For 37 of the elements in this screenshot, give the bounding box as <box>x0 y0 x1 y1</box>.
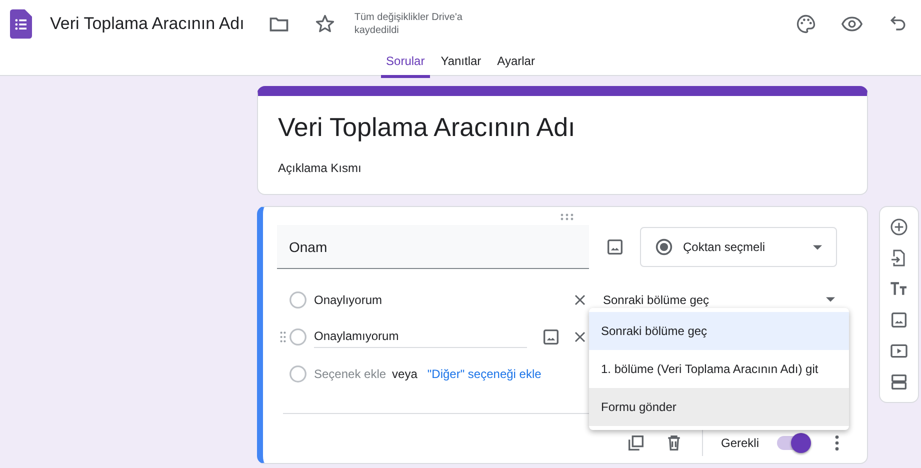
option-field[interactable]: Onaylıyorum <box>314 288 527 310</box>
save-status: Tüm değişiklikler Drive'a kaydedildi <box>354 11 464 37</box>
add-option-link[interactable]: Seçenek ekle <box>314 366 386 380</box>
drag-handle-icon[interactable] <box>279 330 287 342</box>
radio-icon <box>289 364 307 382</box>
caret-icon <box>826 297 835 302</box>
forms-logo-icon[interactable] <box>10 9 32 39</box>
image-icon[interactable] <box>541 326 561 346</box>
menu-item[interactable]: 1. bölüme (Veri Toplama Aracının Adı) git <box>589 350 849 388</box>
or-label: veya <box>392 366 418 380</box>
radio-icon <box>289 290 307 308</box>
menu-item[interactable]: Formu gönder <box>589 388 849 426</box>
option-field[interactable]: Onaylamıyorum <box>314 325 527 348</box>
tab[interactable]: Ayarlar <box>492 48 540 78</box>
form-description[interactable]: Açıklama Kısmı <box>278 161 847 175</box>
add-icon[interactable] <box>889 217 909 237</box>
menu-item[interactable]: Sonraki bölüme geç <box>589 312 849 350</box>
required-switch[interactable] <box>777 436 809 450</box>
question-type-dropdown[interactable]: Çoktan seçmeli <box>640 227 837 267</box>
add-other-link[interactable]: "Diğer" seçeneği ekle <box>427 366 542 380</box>
required-label: Gerekli <box>720 436 759 450</box>
palette-icon[interactable] <box>795 13 817 35</box>
form-title[interactable]: Veri Toplama Aracının Adı <box>278 112 847 143</box>
copy-icon[interactable] <box>626 433 646 453</box>
tab[interactable]: Yanıtlar <box>436 48 486 78</box>
tab[interactable]: Sorular <box>381 48 430 78</box>
document-title[interactable]: Veri Toplama Aracının Adı <box>50 14 244 34</box>
image-icon[interactable] <box>889 310 909 330</box>
radio-icon <box>289 328 307 346</box>
image-icon[interactable] <box>605 237 625 257</box>
question-title-field[interactable]: Onam <box>277 225 589 269</box>
section-icon[interactable] <box>889 372 909 392</box>
section-dropdown[interactable]: Sonraki bölüme geç <box>603 292 835 306</box>
drag-handle-icon[interactable] <box>560 213 574 221</box>
radio-icon <box>655 238 673 256</box>
caret-icon <box>813 244 822 250</box>
star-icon[interactable] <box>314 13 336 35</box>
